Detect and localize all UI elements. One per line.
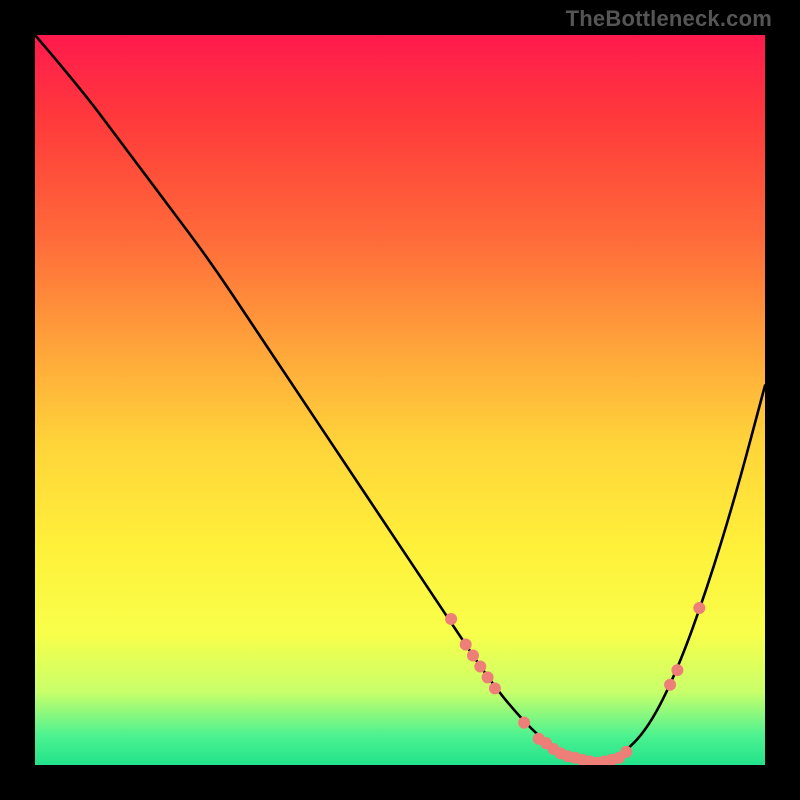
highlight-point — [467, 650, 479, 662]
highlight-point — [482, 671, 494, 683]
highlight-point — [460, 639, 472, 651]
highlight-point — [445, 613, 457, 625]
highlight-point — [620, 746, 632, 758]
attribution-text: TheBottleneck.com — [566, 6, 772, 32]
highlight-point — [664, 679, 676, 691]
bottleneck-curve — [35, 35, 765, 762]
plot-area — [35, 35, 765, 765]
highlight-markers — [445, 602, 705, 765]
highlight-point — [693, 602, 705, 614]
highlight-point — [518, 717, 530, 729]
highlight-point — [671, 664, 683, 676]
chart-svg — [35, 35, 765, 765]
highlight-point — [489, 682, 501, 694]
chart-frame: TheBottleneck.com — [0, 0, 800, 800]
highlight-point — [474, 660, 486, 672]
